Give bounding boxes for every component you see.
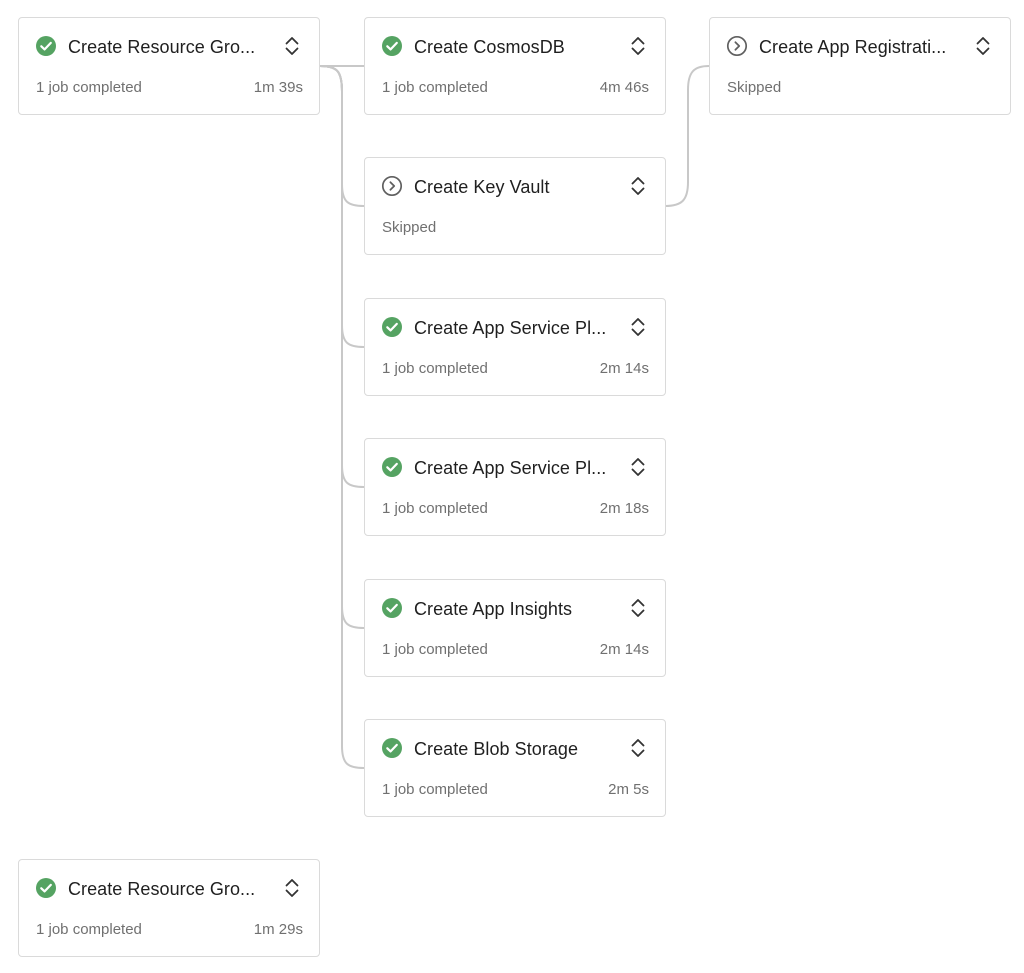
stage-card-rg2[interactable]: Create Resource Gro... 1 job completed 1m … xyxy=(18,859,320,957)
stage-summary: 1 job completed xyxy=(382,500,488,517)
check-circle-icon xyxy=(381,597,403,619)
stage-summary: Skipped xyxy=(382,219,437,236)
chevron-up-down-icon[interactable] xyxy=(627,595,649,621)
chevron-up-down-icon[interactable] xyxy=(627,33,649,59)
stage-duration: 2m 14s xyxy=(599,641,649,658)
chevron-up-down-icon[interactable] xyxy=(627,314,649,340)
stage-card-asp2[interactable]: Create App Service Pl... 1 job completed 2… xyxy=(364,438,666,536)
stage-title: Create App Service Pl... xyxy=(414,318,607,338)
check-circle-icon xyxy=(381,737,403,759)
check-circle-icon xyxy=(381,35,403,57)
chevron-up-down-icon[interactable] xyxy=(281,875,303,901)
check-circle-icon xyxy=(381,316,403,338)
connector-keyvault-appreg xyxy=(664,65,710,207)
chevron-up-down-icon[interactable] xyxy=(972,33,994,59)
stage-card-keyvault[interactable]: Create Key Vault Skipped xyxy=(364,157,666,255)
connector-rg1-asp1 xyxy=(319,65,365,348)
stage-title: Create Blob Storage xyxy=(414,739,579,759)
stage-summary: 1 job completed xyxy=(382,641,488,658)
stage-card-appreg[interactable]: Create App Registrati... Skipped xyxy=(709,17,1011,115)
stage-duration: 2m 18s xyxy=(599,500,649,517)
stage-summary: Skipped xyxy=(727,79,782,96)
check-circle-icon xyxy=(35,35,57,57)
skip-circle-icon xyxy=(726,35,748,57)
stage-title: Create CosmosDB xyxy=(414,37,565,57)
stage-card-asp1[interactable]: Create App Service Pl... 1 job completed 2… xyxy=(364,298,666,396)
stage-duration: 2m 5s xyxy=(608,781,649,798)
connector-rg1-keyvault xyxy=(319,65,365,207)
stage-duration: 1m 29s xyxy=(253,921,303,938)
stage-summary: 1 job completed xyxy=(36,79,142,96)
chevron-up-down-icon[interactable] xyxy=(627,735,649,761)
stage-summary: 1 job completed xyxy=(382,360,488,377)
stage-summary: 1 job completed xyxy=(382,781,488,798)
stage-title: Create App Insights xyxy=(414,599,573,619)
check-circle-icon xyxy=(35,877,57,899)
stage-summary: 1 job completed xyxy=(382,79,488,96)
stage-title: Create Key Vault xyxy=(414,177,550,197)
chevron-up-down-icon[interactable] xyxy=(281,33,303,59)
stage-duration: 2m 14s xyxy=(599,360,649,377)
stage-title: Create Resource Gro... xyxy=(68,37,256,57)
stage-title: Create App Registrati... xyxy=(759,37,947,57)
chevron-up-down-icon[interactable] xyxy=(627,173,649,199)
stage-title: Create Resource Gro... xyxy=(68,879,256,899)
stage-duration: 4m 46s xyxy=(599,79,649,96)
connector-rg1-insights xyxy=(319,65,365,629)
stage-card-cosmos[interactable]: Create CosmosDB 1 job completed 4m 46s xyxy=(364,17,666,115)
stage-card-insights[interactable]: Create App Insights 1 job completed 2m 14s xyxy=(364,579,666,677)
stage-duration: 1m 39s xyxy=(253,79,303,96)
check-circle-icon xyxy=(381,456,403,478)
stage-card-blob[interactable]: Create Blob Storage 1 job completed 2m 5s xyxy=(364,719,666,817)
stage-summary: 1 job completed xyxy=(36,921,142,938)
chevron-up-down-icon[interactable] xyxy=(627,454,649,480)
connector-rg1-asp2 xyxy=(319,65,365,488)
skip-circle-icon xyxy=(381,175,403,197)
stage-title: Create App Service Pl... xyxy=(414,458,607,478)
pipeline-stages-canvas: Create Resource Gro... 1 job completed 1m … xyxy=(0,0,1024,973)
stage-card-rg1[interactable]: Create Resource Gro... 1 job completed 1m … xyxy=(18,17,320,115)
connector-rg1-blob xyxy=(319,65,365,769)
